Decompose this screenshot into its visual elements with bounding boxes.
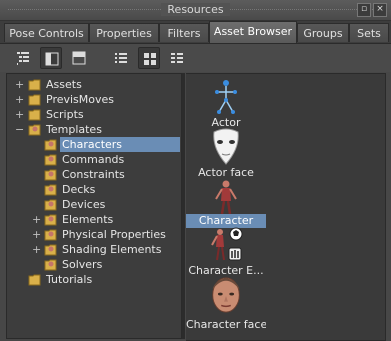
- actor-skeleton-icon: [215, 80, 237, 114]
- tab-groups[interactable]: Groups: [297, 23, 349, 42]
- asset-actor[interactable]: Actor: [186, 78, 266, 130]
- tree-item-constraints[interactable]: Constraints: [7, 167, 181, 182]
- expand-plus-icon[interactable]: +: [15, 79, 24, 90]
- tree-item-templates[interactable]: − Templates: [7, 122, 181, 137]
- split-horizontal-button[interactable]: [68, 47, 90, 69]
- tree-item-label: Templates: [46, 123, 102, 136]
- actor-face-mask-icon: [213, 128, 239, 165]
- expand-plus-icon[interactable]: +: [15, 109, 24, 120]
- split-vertical-button[interactable]: [40, 47, 62, 69]
- split-vertical-icon: [45, 52, 59, 66]
- detail-view-button[interactable]: [166, 47, 188, 69]
- template-icon: [44, 154, 57, 166]
- expand-plus-icon[interactable]: +: [32, 214, 41, 225]
- template-icon: [44, 244, 57, 256]
- folder-tree[interactable]: + Assets + PrevisMoves + Scripts − Templ…: [6, 73, 182, 339]
- tree-item-scripts[interactable]: + Scripts: [7, 107, 181, 122]
- tree-item-solvers[interactable]: Solvers: [7, 257, 181, 272]
- tree-item-characters[interactable]: Characters: [7, 137, 181, 152]
- folder-icon: [28, 79, 41, 91]
- character-extension-icon: [211, 227, 243, 261]
- template-icon: [44, 139, 57, 151]
- expand-plus-icon[interactable]: +: [15, 94, 24, 105]
- float-window-icon[interactable]: ▫: [357, 3, 371, 17]
- window-title: Resources: [161, 3, 230, 16]
- template-folder-icon: [28, 124, 41, 136]
- tree-item-label: Solvers: [62, 258, 103, 271]
- icon-view-icon: [144, 53, 156, 65]
- tree-item-decks[interactable]: Decks: [7, 182, 181, 197]
- asset-view[interactable]: Actor Actor face Character Character E..…: [186, 73, 386, 341]
- expand-plus-icon[interactable]: +: [32, 244, 41, 255]
- list-view-icon: [115, 53, 127, 63]
- tree-list-icon: [17, 52, 29, 65]
- tree-item-label: Assets: [46, 78, 82, 91]
- window-title-wrap: Resources: [0, 3, 391, 16]
- tree-item-tutorials[interactable]: Tutorials: [7, 272, 181, 287]
- tree-item-label: Tutorials: [46, 273, 93, 286]
- character-figure-icon: [215, 180, 237, 215]
- tree-item-label: Physical Properties: [62, 228, 166, 241]
- template-icon: [44, 229, 57, 241]
- template-icon: [44, 199, 57, 211]
- folder-icon: [28, 109, 41, 121]
- tab-pose-controls[interactable]: Pose Controls: [4, 23, 89, 42]
- tree-item-label: PrevisMoves: [46, 93, 115, 106]
- asset-actor-face[interactable]: Actor face: [186, 128, 266, 180]
- tree-item-elements[interactable]: + Elements: [7, 212, 181, 227]
- title-bar[interactable]: Resources ▫ ×: [0, 0, 391, 21]
- folder-icon: [28, 274, 41, 286]
- asset-label: Character face: [186, 318, 266, 331]
- template-icon: [44, 184, 57, 196]
- expand-plus-icon[interactable]: +: [32, 229, 41, 240]
- tree-item-assets[interactable]: + Assets: [7, 77, 181, 92]
- resources-window: Resources ▫ × Pose Controls Properties F…: [0, 0, 391, 341]
- tree-item-devices[interactable]: Devices: [7, 197, 181, 212]
- tree-item-commands[interactable]: Commands: [7, 152, 181, 167]
- tree-item-label: Characters: [60, 137, 180, 152]
- collapse-minus-icon[interactable]: −: [15, 124, 24, 135]
- character-face-icon: [212, 277, 240, 313]
- tree-item-label: Shading Elements: [62, 243, 162, 256]
- view-toolbar: [0, 44, 391, 72]
- folder-icon: [28, 94, 41, 106]
- tree-item-label: Elements: [62, 213, 114, 226]
- tree-item-label: Decks: [62, 183, 96, 196]
- icon-view-button[interactable]: [138, 47, 160, 69]
- tree-item-label: Devices: [62, 198, 106, 211]
- tab-asset-browser[interactable]: Asset Browser: [209, 21, 297, 43]
- tree-list-button[interactable]: [12, 47, 34, 69]
- template-icon: [44, 169, 57, 181]
- tree-item-physical-properties[interactable]: + Physical Properties: [7, 227, 181, 242]
- tab-filters[interactable]: Filters: [159, 23, 209, 42]
- asset-character-face[interactable]: Character face: [186, 276, 266, 332]
- template-icon: [44, 259, 57, 271]
- tree-item-shading-elements[interactable]: + Shading Elements: [7, 242, 181, 257]
- tree-item-label: Scripts: [46, 108, 84, 121]
- asset-character[interactable]: Character: [186, 178, 266, 228]
- tab-bar: Pose Controls Properties Filters Asset B…: [0, 21, 391, 44]
- asset-character-extension[interactable]: Character E...: [186, 226, 266, 278]
- pane-splitter[interactable]: [182, 73, 185, 339]
- tree-item-label: Commands: [62, 153, 125, 166]
- split-horizontal-icon: [72, 51, 86, 65]
- tab-sets[interactable]: Sets: [349, 23, 389, 42]
- list-view-button[interactable]: [110, 47, 132, 69]
- template-icon: [44, 214, 57, 226]
- detail-view-icon: [171, 53, 183, 63]
- tab-properties[interactable]: Properties: [89, 23, 159, 42]
- tree-item-label: Constraints: [62, 168, 125, 181]
- close-icon[interactable]: ×: [373, 3, 387, 17]
- tree-item-prevismoves[interactable]: + PrevisMoves: [7, 92, 181, 107]
